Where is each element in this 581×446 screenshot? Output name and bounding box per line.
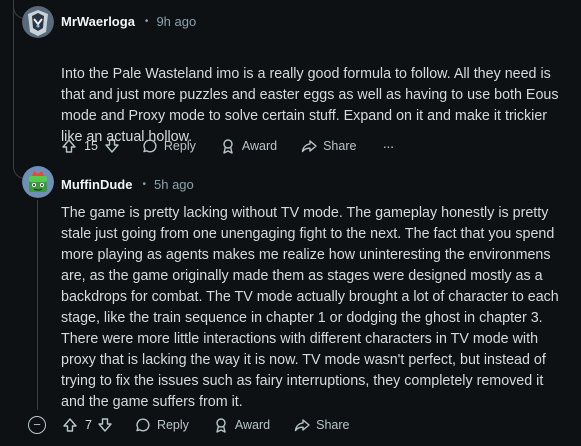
upvote-icon[interactable] [62, 417, 78, 433]
username[interactable]: MuffinDude [61, 177, 132, 192]
collapse-label: − [33, 417, 41, 432]
reply-label: Reply [156, 418, 189, 432]
reply-label: Reply [163, 139, 196, 153]
more-icon: ··· [382, 138, 394, 154]
share-icon [294, 417, 310, 433]
comment-header: MuffinDude • 5h ago [61, 177, 194, 192]
share-label: Share [316, 418, 350, 432]
comment-thread: MrWaerloga • 9h ago Into the Pale Wastel… [0, 0, 581, 446]
award-icon [213, 417, 229, 433]
share-label: Share [323, 139, 357, 153]
downvote-icon[interactable] [97, 417, 113, 433]
timestamp[interactable]: 9h ago [156, 14, 196, 29]
reply-button[interactable]: Reply [142, 138, 196, 154]
separator-dot: • [142, 179, 146, 190]
award-label: Award [234, 418, 271, 432]
comment: MuffinDude • 5h ago The game is pretty l… [0, 160, 581, 446]
more-options-button[interactable]: ··· [382, 138, 394, 154]
avatar-image [22, 6, 54, 38]
comment-actions: − 7 Reply Award Share [28, 413, 350, 437]
separator-dot: • [144, 16, 149, 27]
comment-header: MrWaerloga • 9h ago [61, 14, 196, 29]
reply-button[interactable]: Reply [135, 417, 189, 433]
timestamp[interactable]: 5h ago [154, 177, 194, 192]
collapse-icon[interactable]: − [28, 416, 46, 434]
downvote-icon[interactable] [104, 138, 120, 154]
reply-bubble-icon [142, 138, 158, 154]
username[interactable]: MrWaerloga [61, 14, 135, 29]
reply-bubble-icon [135, 417, 151, 433]
vote-count: 7 [85, 418, 92, 432]
avatar-image [22, 166, 54, 198]
comment-actions: 15 Reply Award Share ··· [61, 134, 394, 158]
vote-count: 15 [84, 139, 98, 153]
award-button[interactable]: Award [213, 417, 270, 433]
avatar[interactable] [22, 166, 54, 198]
share-icon [301, 138, 317, 154]
comment-body: The game is pretty lacking without TV mo… [61, 205, 559, 410]
award-icon [220, 138, 236, 154]
award-label: Award [241, 139, 278, 153]
share-button[interactable]: Share [301, 138, 356, 154]
comment: MrWaerloga • 9h ago Into the Pale Wastel… [0, 0, 581, 160]
award-button[interactable]: Award [220, 138, 277, 154]
upvote-icon[interactable] [61, 138, 77, 154]
avatar[interactable] [22, 6, 54, 38]
share-button[interactable]: Share [294, 417, 350, 433]
